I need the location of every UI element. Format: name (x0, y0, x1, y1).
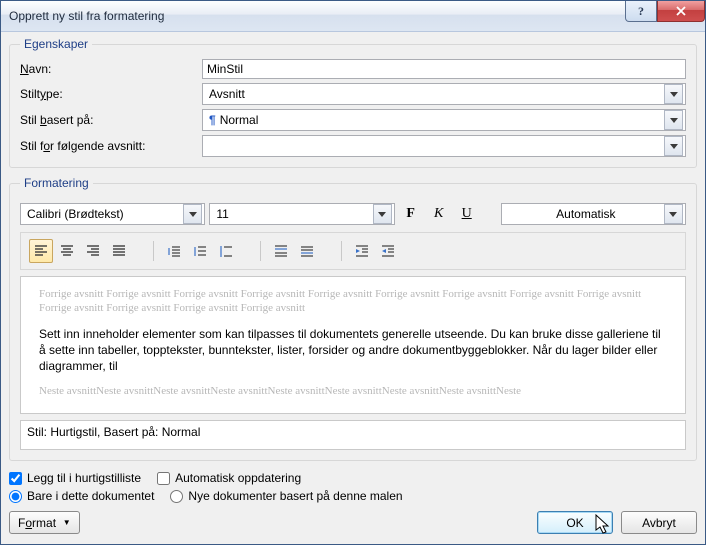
preview-before-text: Forrige avsnitt Forrige avsnitt Forrige … (39, 287, 667, 316)
line-spacing-1-button[interactable] (162, 239, 186, 263)
align-center-button[interactable] (55, 239, 79, 263)
preview-body-text: Sett inn inneholder elementer som kan ti… (39, 326, 667, 375)
properties-legend: Egenskaper (20, 37, 92, 51)
dialog-footer: Format ▼ OK Avbryt (9, 511, 697, 534)
basedon-combo[interactable]: ¶Normal (202, 109, 686, 131)
quicklist-checkbox[interactable]: Legg til i hurtigstilliste (9, 471, 141, 485)
align-left-button[interactable] (29, 239, 53, 263)
indent-decrease-button[interactable] (350, 239, 374, 263)
italic-button[interactable]: K (427, 202, 451, 226)
indent-increase-button[interactable] (376, 239, 400, 263)
titlebar[interactable]: Opprett ny stil fra formatering ? (1, 1, 705, 32)
line-spacing-15-button[interactable] (188, 239, 212, 263)
space-before-dec-button[interactable] (295, 239, 319, 263)
window-title: Opprett ny stil fra formatering (9, 9, 164, 23)
pilcrow-icon: ¶ (209, 113, 216, 127)
options-area: Legg til i hurtigstilliste Automatisk op… (9, 471, 697, 503)
format-button[interactable]: Format ▼ (9, 511, 80, 534)
font-toolbar: Calibri (Brødtekst) 11 F K U Automatisk (20, 202, 686, 226)
following-label: Stil for følgende avsnitt: (20, 139, 202, 153)
dropdown-icon[interactable] (664, 204, 683, 224)
thisdoc-radio[interactable]: Bare i dette dokumentet (9, 489, 154, 503)
properties-group: Egenskaper Navn: Stiltype: Avsnitt Stil … (9, 37, 697, 168)
dropdown-icon[interactable] (664, 84, 683, 104)
font-name-combo[interactable]: Calibri (Brødtekst) (20, 203, 205, 225)
space-before-inc-button[interactable] (269, 239, 293, 263)
styletype-label: Stiltype: (20, 87, 202, 101)
name-input[interactable] (202, 59, 686, 79)
dropdown-icon[interactable] (664, 110, 683, 130)
line-spacing-2-button[interactable] (214, 239, 238, 263)
font-color-combo[interactable]: Automatisk (501, 203, 686, 225)
cancel-button[interactable]: Avbryt (621, 511, 697, 534)
template-radio[interactable]: Nye dokumenter basert på denne malen (170, 489, 402, 503)
ok-button[interactable]: OK (537, 511, 613, 534)
dropdown-icon[interactable] (664, 136, 683, 156)
dropdown-icon[interactable] (183, 204, 202, 224)
style-description: Stil: Hurtigstil, Basert på: Normal (20, 420, 686, 450)
formatting-legend: Formatering (20, 176, 93, 190)
styletype-combo[interactable]: Avsnitt (202, 83, 686, 105)
font-size-combo[interactable]: 11 (209, 203, 394, 225)
name-label: Navn: (20, 62, 202, 76)
help-button[interactable]: ? (625, 1, 657, 22)
formatting-group: Formatering Calibri (Brødtekst) 11 F K U… (9, 176, 697, 461)
close-button[interactable] (657, 1, 705, 22)
align-right-button[interactable] (81, 239, 105, 263)
align-justify-button[interactable] (107, 239, 131, 263)
bold-button[interactable]: F (399, 202, 423, 226)
dropdown-icon[interactable] (373, 204, 392, 224)
preview-after-text: Neste avsnittNeste avsnittNeste avsnittN… (39, 384, 667, 398)
dialog-window: Opprett ny stil fra formatering ? Egensk… (0, 0, 706, 545)
paragraph-toolbar (20, 232, 686, 270)
underline-button[interactable]: U (455, 202, 479, 226)
autoupdate-checkbox[interactable]: Automatisk oppdatering (157, 471, 301, 485)
style-preview: Forrige avsnitt Forrige avsnitt Forrige … (20, 276, 686, 414)
following-combo[interactable] (202, 135, 686, 157)
basedon-label: Stil basert på: (20, 113, 202, 127)
